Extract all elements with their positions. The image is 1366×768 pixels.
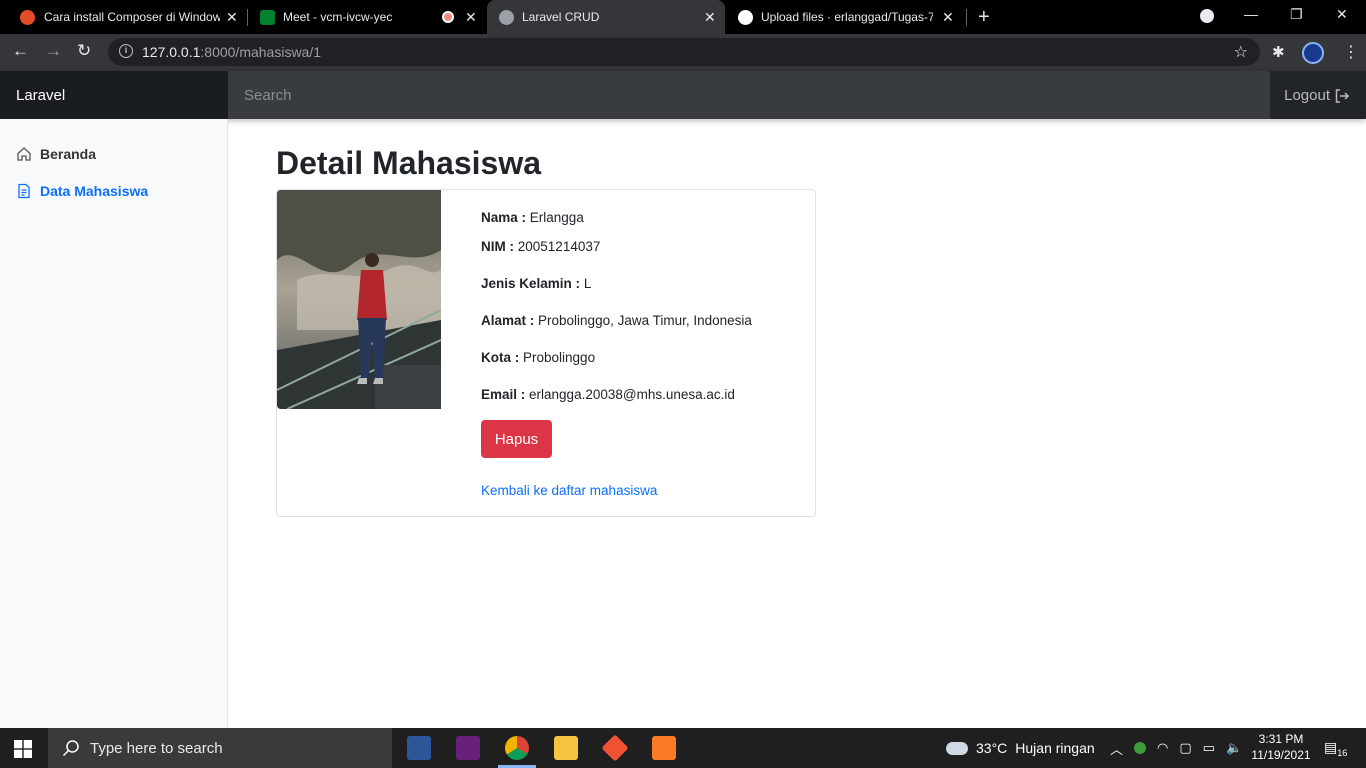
field-label: Jenis Kelamin : [481,276,581,291]
field-nim: NIM : 20051214037 [481,239,600,254]
site-info-icon[interactable]: i [119,44,133,58]
wifi-icon[interactable]: ◠ [1157,740,1168,756]
taskbar-search-placeholder: Type here to search [90,739,223,757]
xampp-icon[interactable] [652,736,676,760]
web-page: Laravel Logout Beranda Data Mahasiswa De… [0,71,1366,728]
student-photo [277,190,441,409]
java-favicon-icon [20,10,35,25]
tab-title: Laravel CRUD [522,10,600,24]
meet-now-icon[interactable]: ▢ [1179,740,1191,756]
back-icon[interactable]: ← [12,41,29,61]
forward-icon[interactable]: → [45,41,62,61]
tab-close-icon[interactable]: ✕ [704,9,716,26]
top-navbar: Laravel Logout [0,71,1366,119]
browser-toolbar: ← → ↻ i 127.0.0.1:8000/mahasiswa/1 ☆ ✱ [0,34,1366,71]
field-value: Erlangga [529,210,584,225]
navbar-brand[interactable]: Laravel [0,71,228,119]
field-jenis-kelamin: Jenis Kelamin : L [481,276,591,291]
volume-icon[interactable]: 🔈 [1226,740,1242,756]
search-input[interactable] [228,71,1270,119]
sidebar-item-label: Beranda [40,146,97,162]
field-value: Probolinggo, Jawa Timur, Indonesia [538,313,752,328]
clock-time: 3:31 PM [1258,732,1304,746]
notification-count: 16 [1337,747,1348,758]
field-label: NIM : [481,239,514,254]
logout-icon [1335,88,1350,103]
page-title: Detail Mahasiswa [276,145,541,181]
url-text: 127.0.0.1:8000/mahasiswa/1 [142,44,322,60]
extensions-icon[interactable]: ✱ [1272,43,1285,61]
system-clock[interactable]: 3:31 PM 11/19/2021 [1250,731,1312,763]
sidebar-item-label: Data Mahasiswa [40,183,149,199]
field-label: Alamat : [481,313,535,328]
minimize-icon[interactable]: — [1244,6,1258,22]
weather-desc: Hujan ringan [1015,740,1095,756]
field-alamat: Alamat : Probolinggo, Jawa Timur, Indone… [481,313,752,328]
logout-label: Logout [1284,87,1330,104]
search-icon [62,740,79,757]
meet-favicon-icon [260,10,275,25]
tab-divider [966,9,967,26]
field-value: 20051214037 [517,239,601,254]
network-status-icon[interactable] [1134,742,1147,754]
field-label: Email : [481,387,526,402]
tab-close-icon[interactable]: ✕ [226,9,238,26]
battery-icon[interactable]: ▭ [1203,740,1215,756]
sidebar-item-beranda[interactable]: Beranda [16,146,96,162]
taskbar-search[interactable]: Type here to search [48,728,392,768]
file-explorer-icon[interactable] [554,736,578,760]
clock-date: 11/19/2021 [1251,748,1311,762]
notification-icon[interactable]: ▤16 [1324,739,1347,758]
reload-icon[interactable]: ↻ [77,41,91,61]
windows-taskbar: Type here to search 33°C Hujan ringan ︿ … [0,728,1366,768]
cloud-rain-icon [946,741,968,755]
tab-title: Cara install Composer di Window [44,10,220,24]
tab-title: Meet - vcm-ivcw-yec [283,10,393,24]
browser-tab[interactable]: Upload files · erlanggad/Tugas-7 ✕ [726,0,966,34]
profile-avatar[interactable] [1302,42,1324,64]
address-bar[interactable]: i 127.0.0.1:8000/mahasiswa/1 ☆ [108,38,1260,66]
field-email: Email : erlangga.20038@mhs.unesa.ac.id [481,387,735,402]
visual-studio-icon[interactable] [456,736,480,760]
bookmark-star-icon[interactable]: ☆ [1234,42,1248,62]
system-tray: ︿ ◠ ▢ ▭ 🔈 [1110,728,1242,768]
tab-close-icon[interactable]: ✕ [942,9,954,26]
home-icon [17,147,31,161]
tab-close-icon[interactable]: ✕ [465,9,477,26]
field-value: Probolinggo [523,350,596,365]
globe-favicon-icon [499,10,514,25]
field-nama: Nama : Erlangga [481,210,584,225]
restore-icon[interactable]: ❐ [1290,6,1303,23]
delete-button[interactable]: Hapus [481,420,552,458]
tab-title: Upload files · erlanggad/Tugas-7 [761,10,933,24]
field-value: L [583,276,592,291]
browser-tab-strip: Cara install Composer di Window ✕ Meet -… [0,0,1366,34]
logout-link[interactable]: Logout [1284,87,1350,104]
git-icon[interactable] [601,734,629,762]
sidebar-item-data-mahasiswa[interactable]: Data Mahasiswa [16,183,148,199]
chevron-up-icon[interactable]: ︿ [1110,739,1123,758]
weather-widget[interactable]: 33°C Hujan ringan [946,728,1095,768]
field-value: erlangga.20038@mhs.unesa.ac.id [529,387,735,402]
weather-temp: 33°C [976,740,1008,756]
github-favicon-icon [738,10,753,25]
field-label: Nama : [481,210,527,225]
new-tab-icon[interactable]: + [978,6,990,29]
recording-icon [442,11,454,23]
close-window-icon[interactable]: ✕ [1336,6,1348,23]
browser-tab[interactable]: Meet - vcm-ivcw-yec ✕ [248,0,486,34]
browser-tab-active[interactable]: Laravel CRUD ✕ [487,0,725,34]
file-text-icon [18,183,30,199]
chrome-icon[interactable] [505,736,529,760]
word-icon[interactable] [407,736,431,760]
student-detail-card: Nama : Erlangga NIM : 20051214037 Jenis … [276,189,816,517]
browser-menu-icon[interactable]: ⋮ [1343,42,1359,62]
sidebar: Beranda Data Mahasiswa [0,119,228,728]
tab-search-icon[interactable] [1200,9,1214,23]
back-to-list-link[interactable]: Kembali ke daftar mahasiswa [481,483,657,498]
browser-tab[interactable]: Cara install Composer di Window ✕ [0,0,246,34]
field-label: Kota : [481,350,520,365]
field-kota: Kota : Probolinggo [481,350,595,365]
windows-start-icon[interactable] [14,740,32,758]
